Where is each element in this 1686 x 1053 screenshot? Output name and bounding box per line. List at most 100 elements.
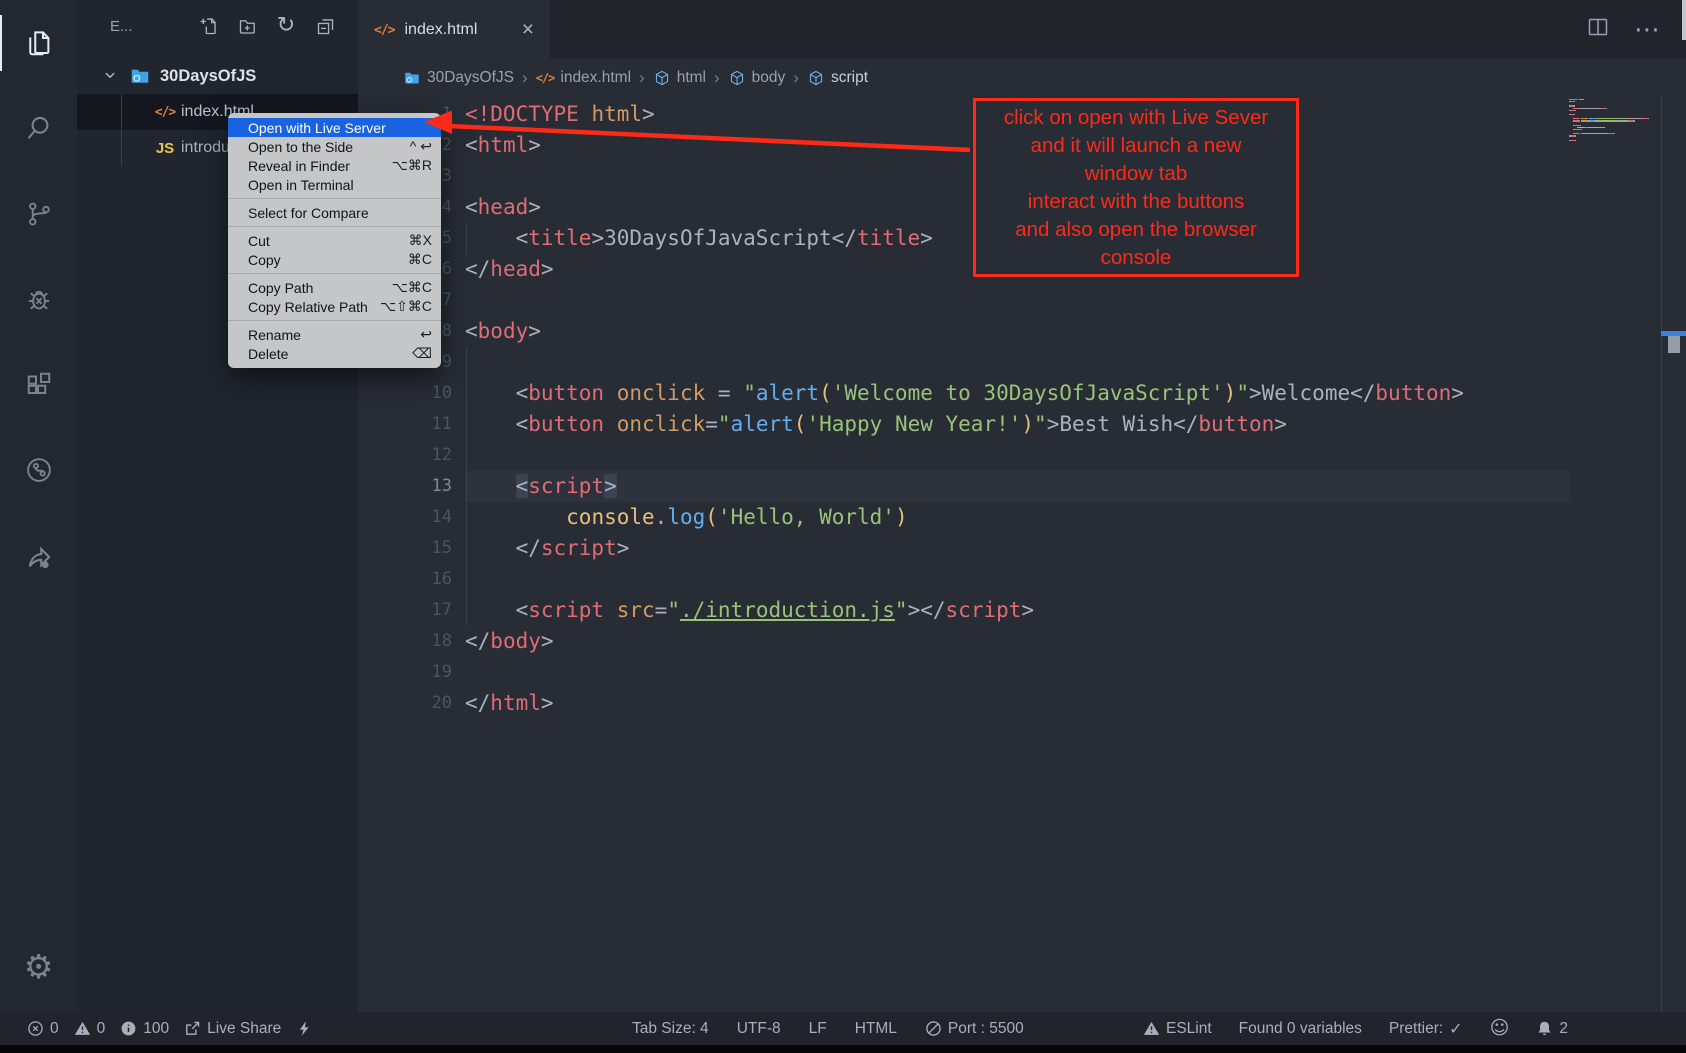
run-debug-icon[interactable] bbox=[0, 271, 77, 327]
breadcrumb-30daysofjs[interactable]: 30DaysOfJS bbox=[403, 69, 514, 87]
activity-bar: ⚙ bbox=[0, 0, 77, 1012]
status-mid-group: Tab Size: 4 UTF-8 LF HTML Port : 5500 bbox=[632, 1012, 1024, 1045]
code-line-6[interactable]: </head> bbox=[465, 254, 554, 285]
code-line-10[interactable]: <button onclick = "alert('Welcome to 30D… bbox=[465, 378, 1464, 409]
menu-shortcut: ⌥⇧⌘C bbox=[380, 298, 432, 315]
line-number-19: 19 bbox=[358, 657, 452, 688]
source-control-icon[interactable] bbox=[0, 186, 77, 242]
code-line-2[interactable]: <html> bbox=[465, 130, 541, 161]
chevron-down-icon bbox=[101, 66, 121, 86]
status-tab-size-4[interactable]: Tab Size: 4 bbox=[632, 1020, 709, 1038]
chevron-right-icon: › bbox=[714, 69, 720, 86]
menu-item-open-in-terminal[interactable]: Open in Terminal bbox=[228, 175, 441, 194]
breadcrumb-body[interactable]: body bbox=[728, 69, 786, 87]
files-icon[interactable] bbox=[0, 15, 77, 71]
status-prettier[interactable]: Prettier:✓ bbox=[1389, 1020, 1463, 1038]
warning-icon bbox=[74, 1020, 91, 1037]
status-0[interactable]: 0 bbox=[27, 1020, 59, 1038]
menu-item-copy[interactable]: Copy⌘C bbox=[228, 250, 441, 269]
code-line-17[interactable]: <script src="./introduction.js"></script… bbox=[465, 595, 1034, 626]
split-editor-icon[interactable] bbox=[1586, 15, 1610, 44]
check-icon: ✓ bbox=[1449, 1021, 1462, 1037]
status-bar: 00 100 Live Share Tab Size: 4 UTF-8 LF HTML Po… bbox=[0, 1012, 1686, 1045]
status-port-5500[interactable]: Port : 5500 bbox=[925, 1020, 1024, 1038]
live-share-icon[interactable] bbox=[0, 528, 77, 584]
menu-item-open-with-live-server[interactable]: Open with Live Server bbox=[228, 118, 441, 137]
symbol-cube-icon bbox=[728, 69, 746, 87]
status-eslint[interactable]: ESLint bbox=[1143, 1020, 1212, 1038]
status-utf-8[interactable]: UTF-8 bbox=[737, 1020, 781, 1038]
extensions-icon[interactable] bbox=[0, 357, 77, 413]
line-number-11: 11 bbox=[358, 409, 452, 440]
refresh-icon[interactable]: ↻ bbox=[275, 15, 297, 37]
status-right-group: ESLint Found 0 variables Prettier:✓ ☺ 2 bbox=[1143, 1012, 1568, 1045]
status-100[interactable]: 100 bbox=[120, 1020, 169, 1038]
error-icon bbox=[27, 1020, 44, 1037]
code-line-5[interactable]: <title>30DaysOfJavaScript</title> bbox=[465, 223, 933, 254]
status-lf[interactable]: LF bbox=[809, 1020, 827, 1038]
breadcrumb-index-html[interactable]: </>index.html bbox=[536, 69, 631, 87]
minimap-divider bbox=[1661, 96, 1662, 1012]
annotation-text-line: interact with the buttons bbox=[976, 188, 1296, 216]
code-line-8[interactable]: <body> bbox=[465, 316, 541, 347]
explorer-title: E... bbox=[110, 18, 133, 35]
menu-item-delete[interactable]: Delete⌫ bbox=[228, 344, 441, 363]
window-bottom-edge bbox=[0, 1045, 1686, 1053]
status-0[interactable]: 0 bbox=[74, 1020, 106, 1038]
menu-item-copy-path[interactable]: Copy Path⌥⌘C bbox=[228, 278, 441, 297]
settings-gear-icon[interactable]: ⚙ bbox=[0, 938, 77, 994]
share-icon bbox=[184, 1020, 201, 1037]
menu-item-reveal-in-finder[interactable]: Reveal in Finder⌥⌘R bbox=[228, 156, 441, 175]
breadcrumb: 30DaysOfJS›</>index.html›html›body›scrip… bbox=[358, 59, 1686, 96]
code-line-15[interactable]: </script> bbox=[465, 533, 629, 564]
menu-shortcut: ⌘C bbox=[408, 251, 432, 268]
menu-separator bbox=[228, 320, 441, 321]
status-2[interactable]: 2 bbox=[1536, 1020, 1568, 1038]
status-left-group: 00 100 Live Share bbox=[27, 1012, 313, 1045]
breadcrumb-script[interactable]: script bbox=[807, 69, 868, 87]
scrollbar-thumb[interactable] bbox=[1668, 336, 1680, 353]
status-smiley-icon[interactable]: ☺ bbox=[1490, 1019, 1510, 1038]
menu-item-open-to-the-side[interactable]: Open to the Side^ ↩ bbox=[228, 137, 441, 156]
line-number-13: 13 bbox=[358, 471, 452, 502]
status-found-0-variables[interactable]: Found 0 variables bbox=[1239, 1020, 1362, 1038]
more-actions-icon[interactable]: ⋯ bbox=[1634, 17, 1660, 43]
line-number-17: 17 bbox=[358, 595, 452, 626]
tab-index-html[interactable]: </> index.html × bbox=[358, 0, 550, 59]
code-line-13[interactable]: <script> bbox=[465, 471, 617, 502]
menu-separator bbox=[228, 273, 441, 274]
menu-item-cut[interactable]: Cut⌘X bbox=[228, 231, 441, 250]
annotation-text-line: click on open with Live Sever bbox=[976, 104, 1296, 132]
warning-filled-icon bbox=[1143, 1020, 1160, 1037]
tab-bar: </> index.html × ⋯ bbox=[358, 0, 1686, 59]
annotation-text-line: and it will launch a new bbox=[976, 132, 1296, 160]
code-line-20[interactable]: </html> bbox=[465, 688, 554, 719]
status-html[interactable]: HTML bbox=[855, 1020, 897, 1038]
menu-shortcut: ⌥⌘C bbox=[392, 279, 432, 296]
code-line-11[interactable]: <button onclick="alert('Happy New Year!'… bbox=[465, 409, 1287, 440]
tab-title: index.html bbox=[404, 21, 477, 39]
status-live-share[interactable]: Live Share bbox=[184, 1020, 281, 1038]
search-icon[interactable] bbox=[0, 100, 77, 156]
menu-separator bbox=[228, 198, 441, 199]
menu-item-select-for-compare[interactable]: Select for Compare bbox=[228, 203, 441, 222]
chevron-right-icon: › bbox=[793, 69, 799, 86]
code-line-1[interactable]: <!DOCTYPE html> bbox=[465, 99, 655, 130]
menu-item-copy-relative-path[interactable]: Copy Relative Path⌥⇧⌘C bbox=[228, 297, 441, 316]
status-lightning-icon[interactable] bbox=[296, 1020, 313, 1037]
annotation-box: click on open with Live Severand it will… bbox=[973, 98, 1299, 277]
tree-folder-row[interactable]: 30DaysOfJS bbox=[77, 58, 358, 94]
new-folder-icon[interactable] bbox=[236, 15, 258, 37]
breadcrumb-html[interactable]: html bbox=[653, 69, 706, 87]
code-line-4[interactable]: <head> bbox=[465, 192, 541, 223]
collapse-all-icon[interactable] bbox=[314, 15, 336, 37]
minimap[interactable] bbox=[1569, 99, 1659, 142]
line-number-10: 10 bbox=[358, 378, 452, 409]
remote-explorer-icon[interactable] bbox=[0, 442, 77, 498]
close-icon[interactable]: × bbox=[522, 19, 534, 40]
menu-item-rename[interactable]: Rename↩ bbox=[228, 325, 441, 344]
code-line-14[interactable]: console.log('Hello, World') bbox=[465, 502, 908, 533]
new-file-icon[interactable] bbox=[197, 15, 219, 37]
code-line-18[interactable]: </body> bbox=[465, 626, 554, 657]
tree-indent-guide bbox=[121, 94, 122, 166]
